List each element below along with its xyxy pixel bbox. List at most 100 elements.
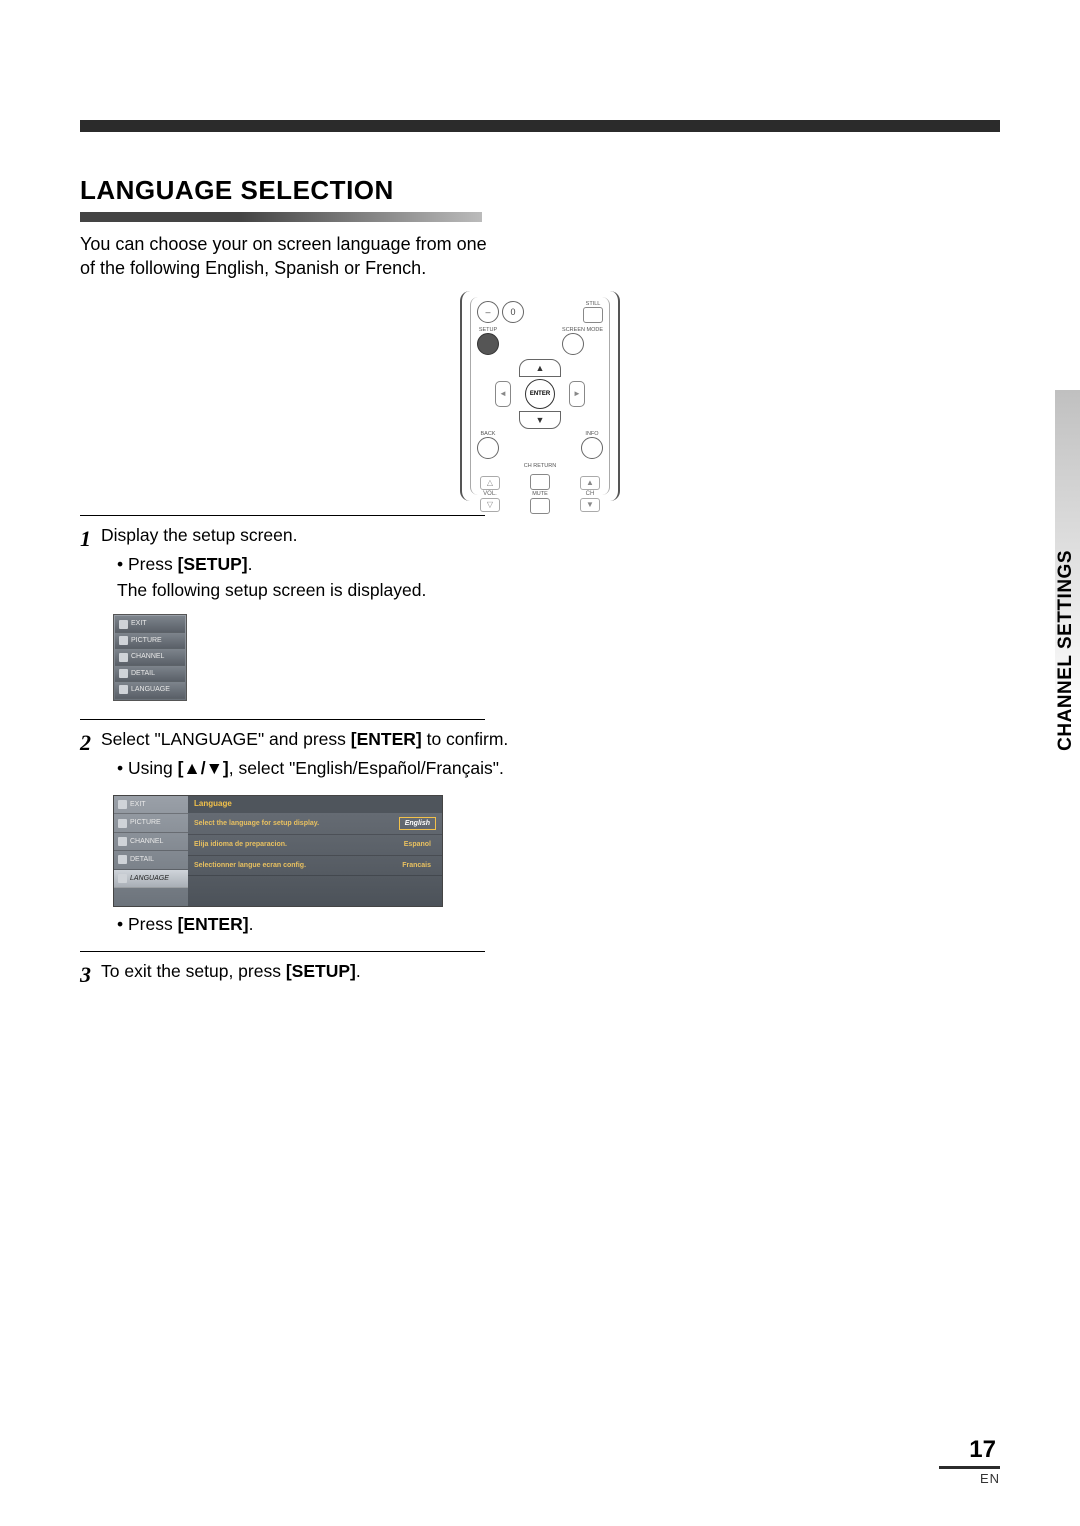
dpad-up-icon: ▲ [519,359,561,377]
info-label: INFO [581,431,603,437]
language-main-panel: Language Select the language for setup d… [188,796,442,906]
step-2-text-a: Select "LANGUAGE" and press [101,729,351,749]
detail-icon [118,855,127,864]
step-2-number: 2 [80,728,91,937]
dpad: ▲ ▼ ◄ ► ENTER [495,359,585,429]
menu-item-exit: EXIT [115,616,185,632]
heading-underline [80,212,482,222]
menu-channel-label: CHANNEL [131,652,164,661]
mute-button-icon [530,498,550,514]
menu-item-language: LANGUAGE [115,682,185,698]
zero-button-icon: 0 [502,301,524,323]
step-1-subtext: The following setup screen is displayed. [117,579,510,603]
step-2-enter-button-2: [ENTER] [178,914,249,934]
remote-illustration: – 0 STILL SETUP SCREEN MODE [460,291,620,501]
step-1-bullet-button: [SETUP] [178,554,248,574]
mute-label: MUTE [530,491,550,497]
page-number: 17 [939,1436,1000,1469]
chreturn-button-icon [530,474,550,490]
menu-item-detail: DETAIL [115,666,185,682]
language-prompt-es: Elija idioma de preparacion. [194,840,287,849]
language-row-french: Selectionner langue ecran config. Franca… [188,856,442,876]
menu-item-picture: PICTURE [115,633,185,649]
side-item-detail: DETAIL [114,851,188,869]
side-exit-label: EXIT [130,800,146,809]
step-1-bullet-prefix: • Press [117,554,178,574]
remote-inner: – 0 STILL SETUP SCREEN MODE [470,297,610,495]
divider [80,951,485,952]
dpad-left-icon: ◄ [495,381,511,407]
language-option-english: English [399,817,436,830]
minus-button-icon: – [477,301,499,323]
still-button-icon [583,307,603,323]
vol-label: VOL. [477,491,503,497]
language-panel-title: Language [188,796,442,813]
vol-down-icon: ▽ [480,498,500,512]
top-black-bar [80,120,1000,132]
side-item-exit: EXIT [114,796,188,814]
language-row-english: Select the language for setup display. E… [188,813,442,835]
side-detail-label: DETAIL [130,855,154,864]
vol-rocker: △ VOL. ▽ [477,475,503,513]
step-1-number: 1 [80,524,91,705]
manual-page: LANGUAGE SELECTION You can choose your o… [80,120,1000,1486]
ch-rocker: ▲ CH ▼ [577,475,603,513]
step-1-bullet-suffix: . [248,554,253,574]
step-3: 3 To exit the setup, press [SETUP]. [80,960,510,990]
language-icon [119,685,128,694]
page-footer: 17 EN [939,1436,1000,1486]
language-icon [118,874,127,883]
menu-picture-label: PICTURE [131,636,162,645]
back-label: BACK [477,431,499,437]
dpad-down-icon: ▼ [519,411,561,429]
side-section-label: CHANNEL SETTINGS [1055,550,1077,751]
step-2: 2 Select "LANGUAGE" and press [ENTER] to… [80,728,510,937]
detail-icon [119,669,128,678]
step-2-enter-button: [ENTER] [351,729,422,749]
step-3-number: 3 [80,960,91,990]
setup-button-icon [477,333,499,355]
side-language-label: LANGUAGE [130,874,169,883]
side-picture-label: PICTURE [130,818,161,827]
divider [80,515,485,516]
picture-icon [119,636,128,645]
step-2-text-b: to confirm. [422,729,509,749]
setup-label: SETUP [477,327,499,333]
side-item-language: LANGUAGE [114,870,188,888]
screenmode-button-icon [562,333,584,355]
language-side-menu: EXIT PICTURE CHANNEL DETAIL LANGUAGE [114,796,188,906]
info-button-icon [581,437,603,459]
divider [80,719,485,720]
language-option-espanol: Espanol [399,839,436,850]
picture-icon [118,819,127,828]
setup-menu-thumbnail: EXIT PICTURE CHANNEL DETAIL LANGUAGE [113,614,187,700]
exit-icon [119,620,128,629]
ch-down-icon: ▼ [580,498,600,512]
ch-label: CH [577,491,603,497]
language-option-francais: Francais [397,860,436,871]
side-channel-label: CHANNEL [130,837,163,846]
language-screen-thumbnail: EXIT PICTURE CHANNEL DETAIL LANGUAGE Lan… [113,795,443,907]
enter-button-icon: ENTER [525,379,555,409]
section-heading-wrap: LANGUAGE SELECTION [80,175,1000,222]
chreturn-label: CH RETURN [477,463,603,469]
menu-item-channel: CHANNEL [115,649,185,665]
step-2-bullet-a: • Using [117,758,178,778]
step-2-arrow-keys: [▲/▼] [178,758,229,778]
step-2-bullet2-suffix: . [249,914,254,934]
side-item-channel: CHANNEL [114,833,188,851]
vol-up-icon: △ [480,476,500,490]
menu-language-label: LANGUAGE [131,685,170,694]
menu-detail-label: DETAIL [131,669,155,678]
back-button-icon [477,437,499,459]
still-label: STILL [583,301,603,307]
step-3-text-a: To exit the setup, press [101,961,286,981]
intro-paragraph: You can choose your on screen language f… [80,232,490,281]
step-3-setup-button: [SETUP] [286,961,356,981]
step-2-bullet2-prefix: • Press [117,914,178,934]
menu-exit-label: EXIT [131,619,147,628]
language-prompt-en: Select the language for setup display. [194,819,319,828]
side-item-picture: PICTURE [114,814,188,832]
section-heading: LANGUAGE SELECTION [80,175,1000,206]
channel-icon [118,837,127,846]
